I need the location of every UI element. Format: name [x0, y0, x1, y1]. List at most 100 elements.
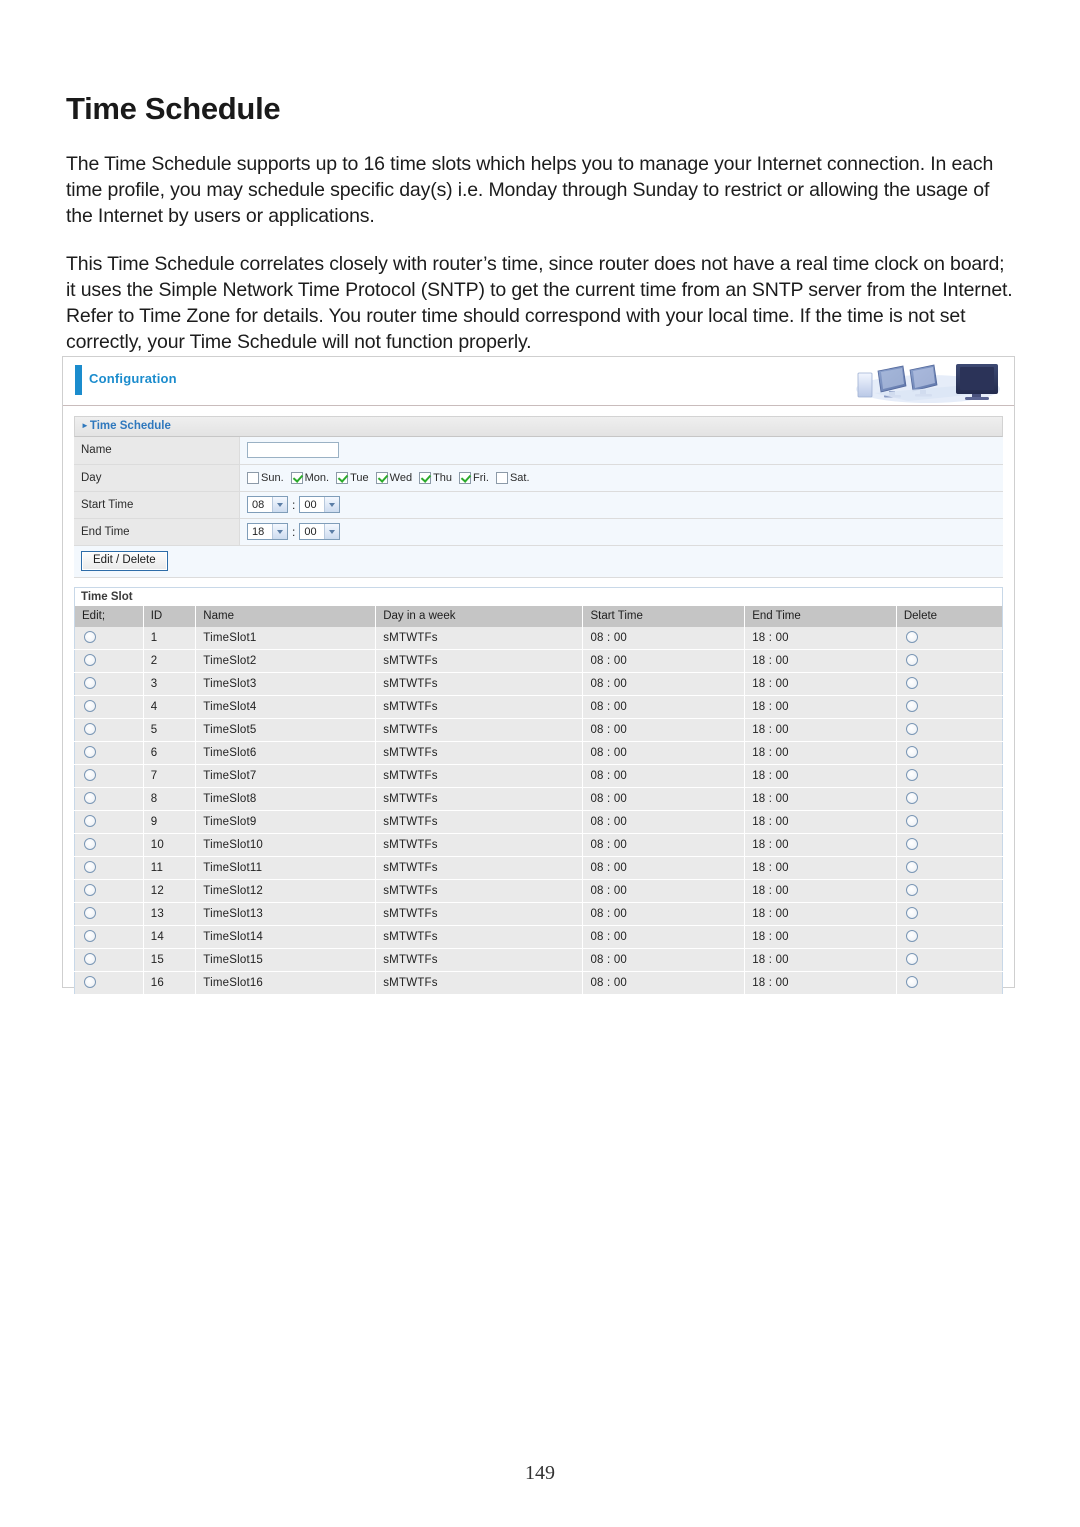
table-header-row: Edit; ID Name Day in a week Start Time End Ti…: [74, 605, 1003, 627]
day-checkbox-sun[interactable]: Sun.: [247, 471, 284, 484]
edit-radio-button[interactable]: [84, 907, 96, 920]
edit-radio-button[interactable]: [84, 953, 96, 966]
end-minute-select[interactable]: 00: [299, 523, 341, 540]
end-time-cell: 18 : 00: [744, 833, 897, 857]
end-time-cell: 18 : 00: [744, 971, 897, 995]
form-row-day: Day Sun. Mon. Tue Wed Thu Fri. Sat.: [74, 464, 1003, 492]
start-time-cell: 08 : 00: [582, 695, 746, 719]
start-minute-value: 00: [304, 498, 317, 511]
table-row: 2 TimeSlot2 sMTWTFs 08 : 00 18 : 00: [74, 649, 1003, 673]
edit-cell: [74, 718, 144, 742]
checkbox-unchecked-icon[interactable]: [495, 471, 508, 484]
table-row: 10 TimeSlot10 sMTWTFs 08 : 00 18 : 00: [74, 833, 1003, 857]
delete-radio-button[interactable]: [905, 953, 918, 966]
checkbox-checked-icon[interactable]: [375, 471, 388, 484]
end-hour-value: 18: [252, 525, 265, 538]
delete-radio-button[interactable]: [905, 815, 918, 828]
delete-cell: [896, 741, 1003, 765]
id-cell: 14: [143, 925, 197, 949]
edit-radio-button[interactable]: [84, 746, 96, 759]
start-time-cell: 08 : 00: [582, 925, 746, 949]
id-cell: 11: [143, 856, 197, 880]
checkbox-checked-icon[interactable]: [459, 471, 472, 484]
name-cell: TimeSlot4: [195, 695, 377, 719]
name-label: Name: [74, 437, 240, 465]
delete-radio-button[interactable]: [905, 700, 918, 713]
chevron-down-icon: [272, 524, 287, 539]
id-cell: 7: [143, 764, 197, 788]
name-cell: TimeSlot2: [195, 649, 377, 673]
column-header: Start Time: [582, 605, 746, 627]
name-cell: TimeSlot5: [195, 718, 377, 742]
day-checkbox-fri[interactable]: Fri.: [459, 471, 489, 484]
name-cell: TimeSlot13: [195, 902, 377, 926]
end-time-cell: 18 : 00: [744, 948, 897, 972]
day-cell: sMTWTFs: [375, 695, 584, 719]
delete-radio-button[interactable]: [905, 930, 918, 943]
end-hour-select[interactable]: 18: [247, 523, 288, 540]
start-hour-select[interactable]: 08: [247, 496, 288, 513]
checkbox-checked-icon[interactable]: [419, 471, 432, 484]
table-row: 13 TimeSlot13 sMTWTFs 08 : 00 18 : 00: [74, 902, 1003, 926]
table-row: 14 TimeSlot14 sMTWTFs 08 : 00 18 : 00: [74, 925, 1003, 949]
edit-radio-button[interactable]: [84, 723, 96, 736]
delete-radio-button[interactable]: [905, 792, 918, 805]
checkbox-checked-icon[interactable]: [336, 471, 349, 484]
edit-radio-button[interactable]: [84, 700, 96, 713]
edit-radio-button[interactable]: [84, 930, 96, 943]
day-cell: sMTWTFs: [375, 672, 584, 696]
name-input[interactable]: [247, 442, 339, 459]
delete-radio-button[interactable]: [905, 884, 918, 897]
delete-radio-button[interactable]: [905, 677, 918, 690]
edit-cell: [74, 925, 144, 949]
edit-radio-button[interactable]: [84, 976, 96, 989]
day-checkbox-tue[interactable]: Tue: [336, 471, 369, 484]
time-schedule-form: Name Day Sun. Mon. Tue Wed Thu Fri. Sat. Start…: [74, 437, 1003, 546]
start-time-cell: 08 : 00: [582, 879, 746, 903]
edit-radio-button[interactable]: [84, 631, 96, 644]
edit-radio-button[interactable]: [84, 815, 96, 828]
edit-cell: [74, 764, 144, 788]
checkbox-checked-icon[interactable]: [290, 471, 303, 484]
start-time-cell: 08 : 00: [582, 787, 746, 811]
edit-delete-button[interactable]: Edit / Delete: [81, 551, 168, 571]
day-cell: sMTWTFs: [375, 971, 584, 995]
delete-radio-button[interactable]: [905, 769, 918, 782]
delete-cell: [896, 649, 1003, 673]
edit-radio-button[interactable]: [84, 884, 96, 897]
table-row: 5 TimeSlot5 sMTWTFs 08 : 00 18 : 00: [74, 718, 1003, 742]
day-label-text: Sat.: [509, 471, 530, 484]
delete-radio-button[interactable]: [905, 861, 918, 874]
start-time-cell: 08 : 00: [582, 741, 746, 765]
day-checkbox-mon[interactable]: Mon.: [290, 471, 329, 484]
delete-radio-button[interactable]: [905, 907, 918, 920]
edit-radio-button[interactable]: [84, 861, 96, 874]
delete-radio-button[interactable]: [905, 746, 918, 759]
edit-radio-button[interactable]: [84, 654, 96, 667]
edit-radio-button[interactable]: [84, 769, 96, 782]
start-time-cell: 08 : 00: [582, 902, 746, 926]
end-time-cell: 18 : 00: [744, 672, 897, 696]
start-time-separator: :: [292, 497, 296, 512]
column-header: ID: [143, 605, 197, 627]
delete-radio-button[interactable]: [905, 631, 918, 644]
start-minute-select[interactable]: 00: [299, 496, 341, 513]
checkbox-unchecked-icon[interactable]: [247, 471, 259, 484]
day-checkbox-wed[interactable]: Wed: [375, 471, 412, 484]
day-checkbox-sat[interactable]: Sat.: [495, 471, 530, 484]
id-cell: 3: [143, 672, 197, 696]
delete-radio-button[interactable]: [905, 838, 918, 851]
table-row: 8 TimeSlot8 sMTWTFs 08 : 00 18 : 00: [74, 787, 1003, 811]
end-time-cell: 18 : 00: [744, 856, 897, 880]
delete-radio-button[interactable]: [905, 723, 918, 736]
delete-radio-button[interactable]: [905, 654, 918, 667]
table-row: 3 TimeSlot3 sMTWTFs 08 : 00 18 : 00: [74, 672, 1003, 696]
edit-radio-button[interactable]: [84, 838, 96, 851]
edit-radio-button[interactable]: [84, 792, 96, 805]
start-time-cell: 08 : 00: [582, 856, 746, 880]
day-checkbox-thu[interactable]: Thu: [419, 471, 452, 484]
delete-radio-button[interactable]: [905, 976, 918, 989]
end-time-cell: 18 : 00: [744, 695, 897, 719]
edit-radio-button[interactable]: [84, 677, 96, 690]
start-time-cell: 08 : 00: [582, 971, 746, 995]
